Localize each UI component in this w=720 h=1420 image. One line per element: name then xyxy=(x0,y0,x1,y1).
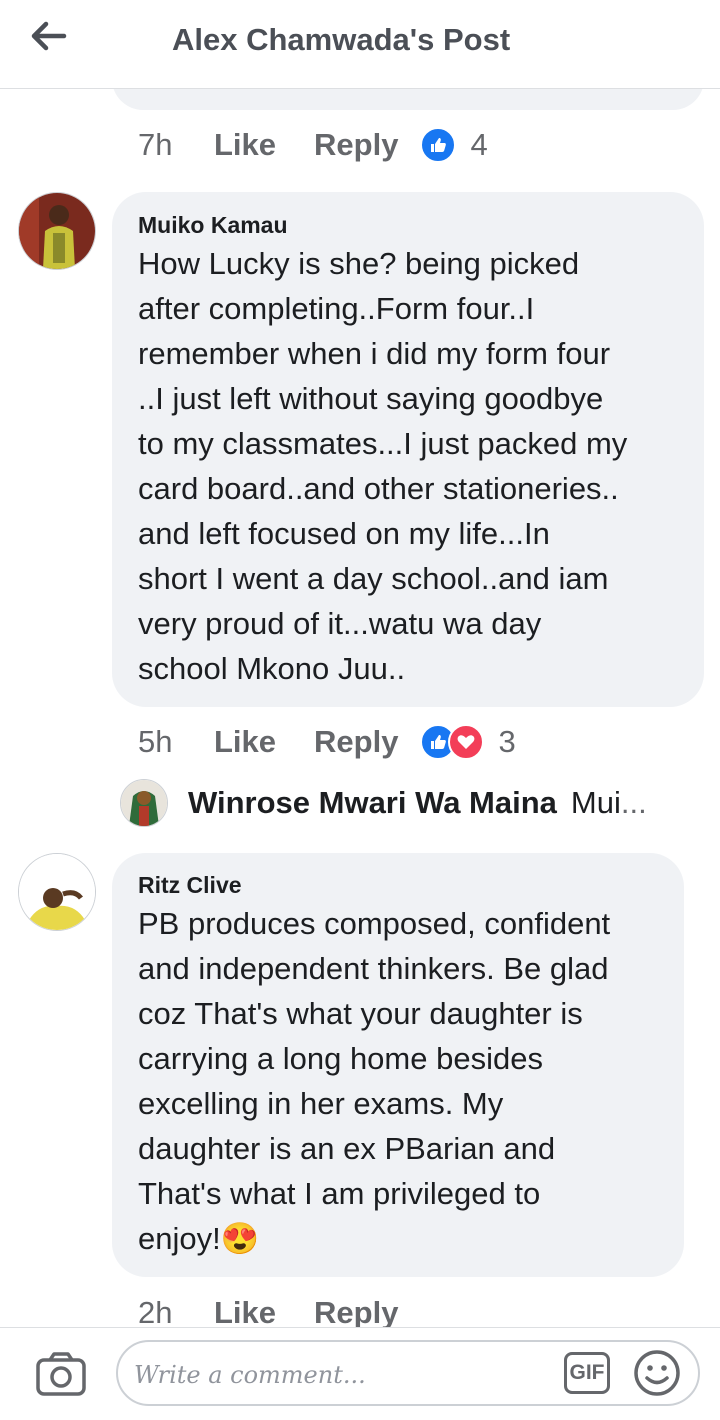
top-bar: Alex Chamwada's Post xyxy=(0,0,720,89)
reply-button[interactable]: Reply xyxy=(314,1295,398,1327)
comment-bubble[interactable] xyxy=(112,88,704,110)
comment-actions: 7h Like Reply 4 xyxy=(138,123,488,167)
reply-button[interactable]: Reply xyxy=(314,724,398,760)
comment-text: How Lucky is she? being picked after com… xyxy=(138,246,628,686)
reply-preview[interactable]: Winrose Mwari Wa Maina Mui... xyxy=(120,778,647,828)
comment-time: 5h xyxy=(138,724,173,759)
comment-actions: 5h Like Reply 3 xyxy=(138,720,516,764)
avatar[interactable] xyxy=(18,192,96,270)
like-button[interactable]: Like xyxy=(214,1295,276,1327)
heart-eyes-emoji: 😍 xyxy=(220,1221,260,1256)
comment-time: 2h xyxy=(138,1295,173,1327)
like-reaction-icon[interactable] xyxy=(420,127,457,163)
avatar[interactable] xyxy=(18,853,96,931)
avatar[interactable] xyxy=(120,779,168,827)
reply-snippet: Mui xyxy=(570,785,621,820)
page-title: Alex Chamwada's Post xyxy=(172,22,511,57)
comment-input[interactable] xyxy=(132,1352,556,1398)
reaction-count[interactable]: 4 xyxy=(470,127,487,163)
comment-author[interactable]: Ritz Clive xyxy=(138,872,242,899)
reply-button[interactable]: Reply xyxy=(314,127,398,163)
comment-text: PB produces composed, confident and inde… xyxy=(138,906,611,1256)
back-arrow-icon[interactable] xyxy=(28,18,68,54)
comments-feed[interactable]: 7h Like Reply 4 Muiko Kamau How Lucky is… xyxy=(0,88,720,1327)
reaction-count[interactable]: 3 xyxy=(498,724,515,760)
comment-author[interactable]: Muiko Kamau xyxy=(138,212,288,239)
comment-actions: 2h Like Reply xyxy=(138,1291,436,1327)
like-button[interactable]: Like xyxy=(214,127,276,163)
reply-ellipsis: ... xyxy=(620,785,647,820)
like-button[interactable]: Like xyxy=(214,724,276,760)
comment-bubble[interactable]: Muiko Kamau How Lucky is she? being pick… xyxy=(112,192,704,707)
comment-bubble[interactable]: Ritz Clive PB produces composed, confide… xyxy=(112,853,684,1277)
comment-text-block: PB produces composed, confident and inde… xyxy=(138,901,610,1261)
gif-button[interactable]: GIF xyxy=(564,1352,610,1394)
comment-composer: GIF xyxy=(0,1327,720,1420)
comment-time: 7h xyxy=(138,127,173,162)
reply-author[interactable]: Winrose Mwari Wa Maina xyxy=(188,785,557,821)
love-reaction-icon[interactable] xyxy=(448,724,485,760)
comment-field[interactable]: GIF xyxy=(116,1340,700,1406)
emoji-icon[interactable] xyxy=(632,1348,682,1398)
camera-icon[interactable] xyxy=(34,1350,88,1398)
